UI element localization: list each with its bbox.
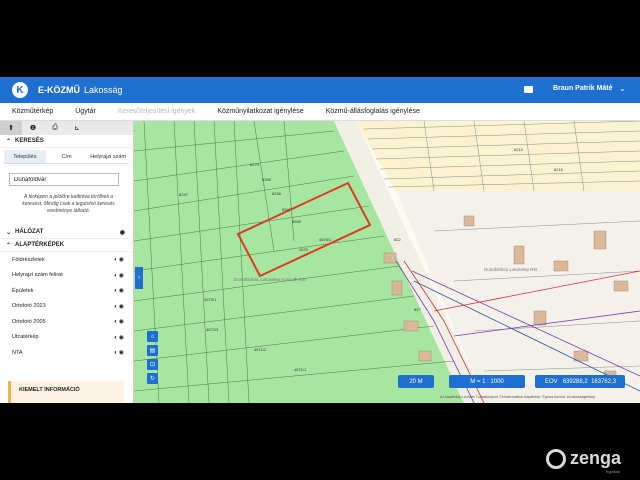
scale-indicator[interactable]: M = 1 : 1000 [449, 375, 525, 388]
layer-epuletek[interactable]: Épületek ◐◉ [0, 283, 133, 299]
parcel-label: 8266 [292, 219, 302, 224]
refresh-icon[interactable]: ↻ [147, 373, 158, 384]
app-window: K E-KÖZMŰ Lakosság Braun Patrik Máté ⌄ K… [0, 77, 640, 403]
eye-icon[interactable]: ◉ [120, 229, 125, 236]
main-menu: Közműtérkép Ügytár Keresőteljesítési igé… [0, 103, 640, 121]
section-network[interactable]: ⌄ HÁLÓZAT ◉ [0, 226, 133, 239]
pointer-icon[interactable]: ⬆ [0, 121, 22, 135]
parcel-label: 822 [394, 237, 401, 242]
opacity-eye-icon[interactable]: ◐◉ [114, 287, 125, 294]
sidebar-toolbar: ⬆ ❶ ⎙ ⊾ [0, 121, 133, 135]
sidebar: ⬆ ❶ ⎙ ⊾ ⌃ KERESÉS Település Cím Helyrajz… [0, 121, 134, 403]
eov-x: 639288,2 [562, 378, 588, 385]
parcel-label: 8270 [250, 162, 260, 167]
parcel-label: 8215 [514, 147, 524, 152]
watermark-sub: ingatlan [606, 469, 621, 474]
layer-ortofoto-2005[interactable]: Ortofotó 2005 ◐◉ [0, 314, 133, 330]
chevron-down-icon[interactable]: ⌄ [619, 84, 626, 93]
menu-kozmunyilatkozat[interactable]: Közműnyilatkozat igénylése [205, 108, 313, 115]
measure-icon[interactable]: ⊾ [66, 121, 88, 135]
app-title: E-KÖZMŰ [38, 85, 80, 95]
layer-label: Ortofotó 2005 [12, 318, 46, 325]
sidebar-collapse-button[interactable]: › [135, 267, 143, 289]
layers-icon[interactable]: ▤ [147, 345, 158, 356]
opacity-eye-icon[interactable]: ◐◉ [114, 318, 125, 325]
menu-kozmuterkep[interactable]: Közműtérkép [0, 108, 63, 115]
parcel-label: 8268 [272, 191, 282, 196]
eov-coordinates: EOV 639288,2 163762,3 [535, 375, 625, 388]
opacity-eye-icon[interactable]: ◐◉ [114, 303, 125, 310]
parcel-label: 827 [414, 307, 421, 312]
scale-bar: 20 M [398, 375, 434, 388]
parcel-label: 8269 [262, 177, 272, 182]
parcel-label: 4571/2 [254, 347, 267, 352]
tab-cim[interactable]: Cím [46, 150, 88, 163]
layer-label: Földrészletek [12, 256, 45, 263]
layer-nta[interactable]: NTA ◐◉ [0, 345, 133, 361]
section-network-label: HÁLÓZAT [15, 229, 44, 235]
app-subtitle: Lakosság [84, 85, 123, 95]
parcel-label: 8267 [282, 207, 292, 212]
opacity-eye-icon[interactable]: ◐◉ [114, 256, 125, 263]
eov-y: 163762,3 [591, 378, 617, 385]
tab-telepules[interactable]: Település [4, 150, 46, 163]
mail-icon[interactable] [524, 86, 533, 93]
layer-label: Ortofotó 2023 [12, 303, 46, 310]
street-label: Dunaföldvár Lakótelep Rét [484, 267, 538, 272]
section-search-label: KERESÉS [15, 138, 44, 144]
layer-list: Földrészletek ◐◉ Helyrajzi szám felirat ◐◉… [0, 252, 133, 361]
parcel-label: 8216 [554, 167, 564, 172]
info-icon[interactable]: ❶ [22, 121, 44, 135]
section-basemaps-label: ALAPTÉRKÉPEK [15, 242, 65, 248]
layer-label: Utcatérkép [12, 334, 39, 341]
parcel-label: 4576 [299, 247, 309, 252]
layer-ortofoto-2023[interactable]: Ortofotó 2023 ◐◉ [0, 299, 133, 315]
section-search[interactable]: ⌃ KERESÉS [0, 135, 133, 148]
tab-helyrajzi-szam[interactable]: Helyrajzi szám [87, 150, 129, 163]
opacity-eye-icon[interactable]: ◐◉ [114, 272, 125, 279]
parcel-label: 4576/1 [319, 237, 332, 242]
layer-label: Épületek [12, 287, 34, 294]
watermark-text: zenga [570, 448, 622, 468]
chevron-up-icon: ⌃ [6, 242, 12, 249]
eov-label: EOV [545, 378, 558, 385]
zenga-logo-icon [546, 448, 566, 469]
menu-ugytar[interactable]: Ügytár [63, 108, 106, 115]
highlight-info[interactable]: KIEMELT INFORMÁCIÓ [8, 381, 124, 403]
home-icon[interactable]: ⌂ [147, 331, 158, 342]
menu-keresoteljesitesi[interactable]: Keresőteljesítési igények [106, 108, 205, 115]
layer-label: NTA [12, 349, 23, 356]
layer-helyrajzi-szam[interactable]: Helyrajzi szám felirat ◐◉ [0, 268, 133, 284]
parcel-label: 4571/1 [294, 367, 307, 372]
opacity-eye-icon[interactable]: ◐◉ [114, 349, 125, 356]
layer-utcaterkep[interactable]: Utcatérkép ◐◉ [0, 330, 133, 346]
street-label: Dunaföldvár, Lakótelep Kossuth Rét [234, 277, 307, 282]
app-logo: K [12, 82, 28, 98]
layer-foldreszletek[interactable]: Földrészletek ◐◉ [0, 252, 133, 268]
parcel-label: 4575/1 [204, 297, 217, 302]
print-icon[interactable]: ⎙ [44, 121, 66, 135]
watermark: zenga ingatlan [546, 448, 622, 474]
section-basemaps[interactable]: ⌃ ALAPTÉRKÉPEK [0, 239, 133, 252]
opacity-eye-icon[interactable]: ◐◉ [114, 334, 125, 341]
parcel-label: 4573/3 [206, 327, 219, 332]
top-bar: K E-KÖZMŰ Lakosság Braun Patrik Máté ⌄ [0, 77, 640, 103]
chevron-down-icon: ⌄ [6, 229, 12, 236]
layer-label: Helyrajzi szám felirat [12, 272, 63, 279]
menu-kozmu-allasfoglalas[interactable]: Közmű-állásfoglalás igénylése [314, 108, 430, 115]
zoom-box-icon[interactable]: ⊡ [147, 359, 158, 370]
map-canvas[interactable]: 8270 8269 8268 8267 8266 4576 4576/1 824… [134, 121, 640, 403]
search-tabs: Település Cím Helyrajzi szám [4, 150, 129, 164]
search-input[interactable] [9, 173, 119, 186]
chevron-up-icon: ⌃ [6, 138, 12, 145]
parcel-label: 8247 [179, 192, 189, 197]
user-name[interactable]: Braun Patrik Máté [553, 85, 613, 92]
map-attribution: Az alaptérkép Lechner Tudásközpont. Téri… [440, 395, 596, 399]
search-hint: A térképen a jelölőre kattintva törölhet… [22, 194, 115, 214]
cadastral-map[interactable]: 8270 8269 8268 8267 8266 4576 4576/1 824… [134, 121, 640, 403]
